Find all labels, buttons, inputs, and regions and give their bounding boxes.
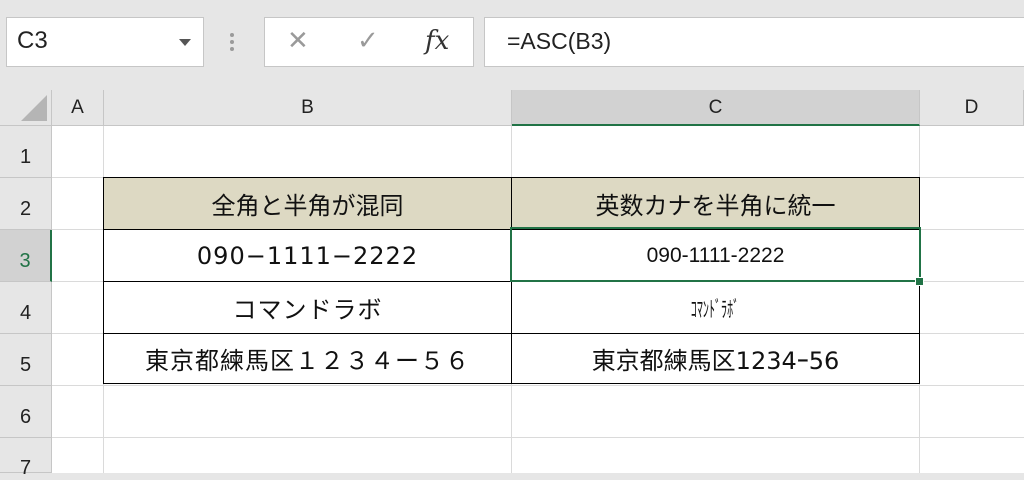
- formula-input[interactable]: =ASC(B3): [484, 17, 1024, 67]
- insert-function-icon[interactable]: fx: [425, 26, 449, 56]
- row-number: 7: [19, 457, 32, 479]
- cell-b5[interactable]: 東京都練馬区１２３４ー５６: [104, 334, 511, 383]
- cell-c3[interactable]: 090-1111-2222: [512, 230, 919, 281]
- row-number: 2: [19, 198, 32, 220]
- chevron-down-icon[interactable]: [179, 39, 191, 46]
- row-header-1[interactable]: 1: [0, 126, 52, 178]
- row-number: 5: [19, 354, 32, 376]
- enter-icon[interactable]: ✓: [357, 26, 379, 56]
- formula-bar-area: C3 ✕ ✓ fx =ASC(B3): [0, 0, 1024, 90]
- column-header-a[interactable]: A: [52, 90, 104, 126]
- table-divider: [103, 333, 920, 334]
- cell-b2[interactable]: 全角と半角が混同: [104, 178, 511, 229]
- name-box-value: C3: [17, 27, 48, 54]
- row-number: 4: [19, 302, 32, 324]
- select-all-button[interactable]: [0, 90, 52, 126]
- cell-c2[interactable]: 英数カナを半角に統一: [512, 178, 919, 229]
- table-divider: [103, 281, 920, 282]
- cell-c4-wrap[interactable]: ｺﾏﾝﾄﾞﾗﾎﾞ: [512, 282, 919, 333]
- row-header-2[interactable]: 2: [0, 178, 52, 230]
- table-divider: [103, 229, 920, 230]
- fill-handle[interactable]: [915, 277, 924, 286]
- row-header-6[interactable]: 6: [0, 386, 52, 438]
- formula-buttons: ✕ ✓ fx: [264, 17, 474, 67]
- row-number: 3: [19, 250, 31, 272]
- column-header-b[interactable]: B: [104, 90, 512, 126]
- row-number: 6: [19, 406, 32, 428]
- row-header-4[interactable]: 4: [0, 282, 52, 334]
- column-header-d[interactable]: D: [920, 90, 1024, 126]
- formula-text: =ASC(B3): [507, 28, 612, 54]
- cell-c4: ｺﾏﾝﾄﾞﾗﾎﾞ: [691, 297, 740, 323]
- cell-b3[interactable]: 090−1111−2222: [104, 230, 511, 281]
- cancel-icon[interactable]: ✕: [287, 26, 309, 56]
- column-header-c[interactable]: C: [512, 90, 920, 126]
- cell-c5[interactable]: 東京都練馬区1234ｰ56: [512, 334, 919, 383]
- row-header-3[interactable]: 3: [0, 230, 52, 282]
- drag-handle-icon[interactable]: [230, 30, 234, 54]
- row-header-5[interactable]: 5: [0, 334, 52, 386]
- cell-b4[interactable]: コマンドラボ: [104, 282, 511, 333]
- name-box[interactable]: C3: [6, 17, 204, 67]
- row-number: 1: [19, 146, 32, 168]
- row-header-7[interactable]: 7: [0, 438, 52, 479]
